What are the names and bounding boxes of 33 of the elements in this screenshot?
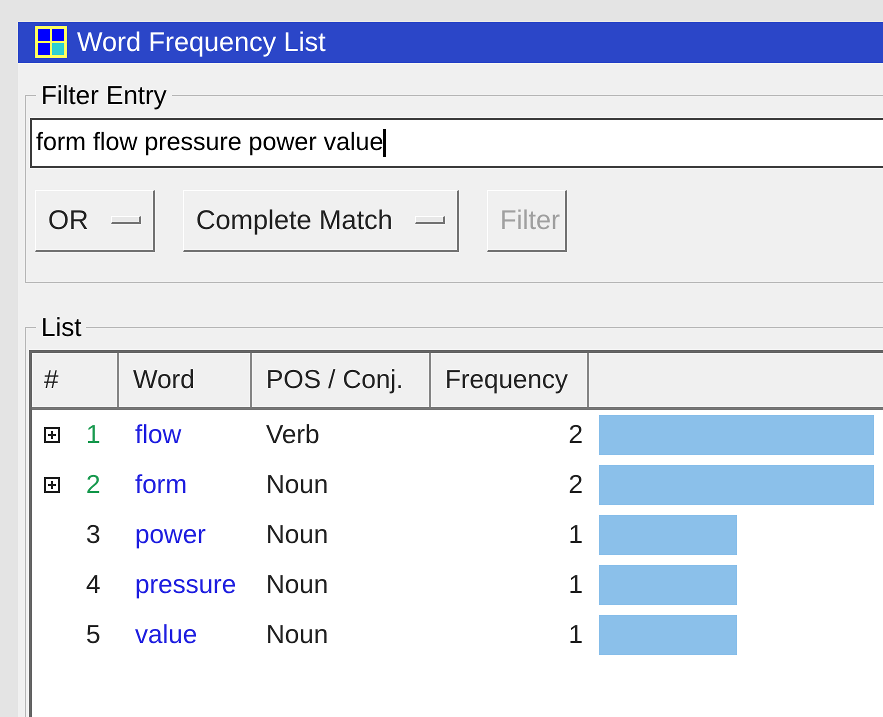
dropdown-button[interactable]: OR [35,190,155,252]
dropdown-indicator-icon [111,216,141,224]
frequency-text: 1 [568,519,583,549]
frequency-text: 2 [568,419,583,449]
column-header[interactable]: # [32,352,119,406]
word-text: form [135,469,187,499]
row-number: 2 [86,468,100,501]
expand-icon[interactable] [44,476,60,492]
word-text: pressure [135,569,236,599]
frequency-text: 2 [568,469,583,499]
column-header[interactable]: POS / Conj. [252,352,431,406]
pos-text: Noun [266,619,328,649]
column-header[interactable]: Word [119,352,252,406]
frequency-text: 1 [568,569,583,599]
word-text: value [135,619,198,649]
pos-text: Verb [266,419,320,449]
pos-text: Noun [266,519,328,549]
filter-input[interactable]: form flow pressure power value [30,118,883,168]
column-header[interactable]: Frequency [431,352,589,406]
pos-text: Noun [266,469,328,499]
pos-text: Noun [266,569,328,599]
row-number: 1 [86,418,100,451]
app-icon [35,26,67,58]
word-text: power [135,519,206,549]
dropdown-indicator-icon [415,216,445,224]
window-title: Word Frequency List [77,26,326,59]
row-number: 4 [86,568,100,601]
row-number: 5 [86,618,100,651]
expand-icon[interactable] [44,426,60,442]
word-text: flow [135,419,182,449]
row-number: 3 [86,518,100,551]
dropdown-button[interactable]: Complete Match [183,190,459,252]
frequency-text: 1 [568,619,583,649]
